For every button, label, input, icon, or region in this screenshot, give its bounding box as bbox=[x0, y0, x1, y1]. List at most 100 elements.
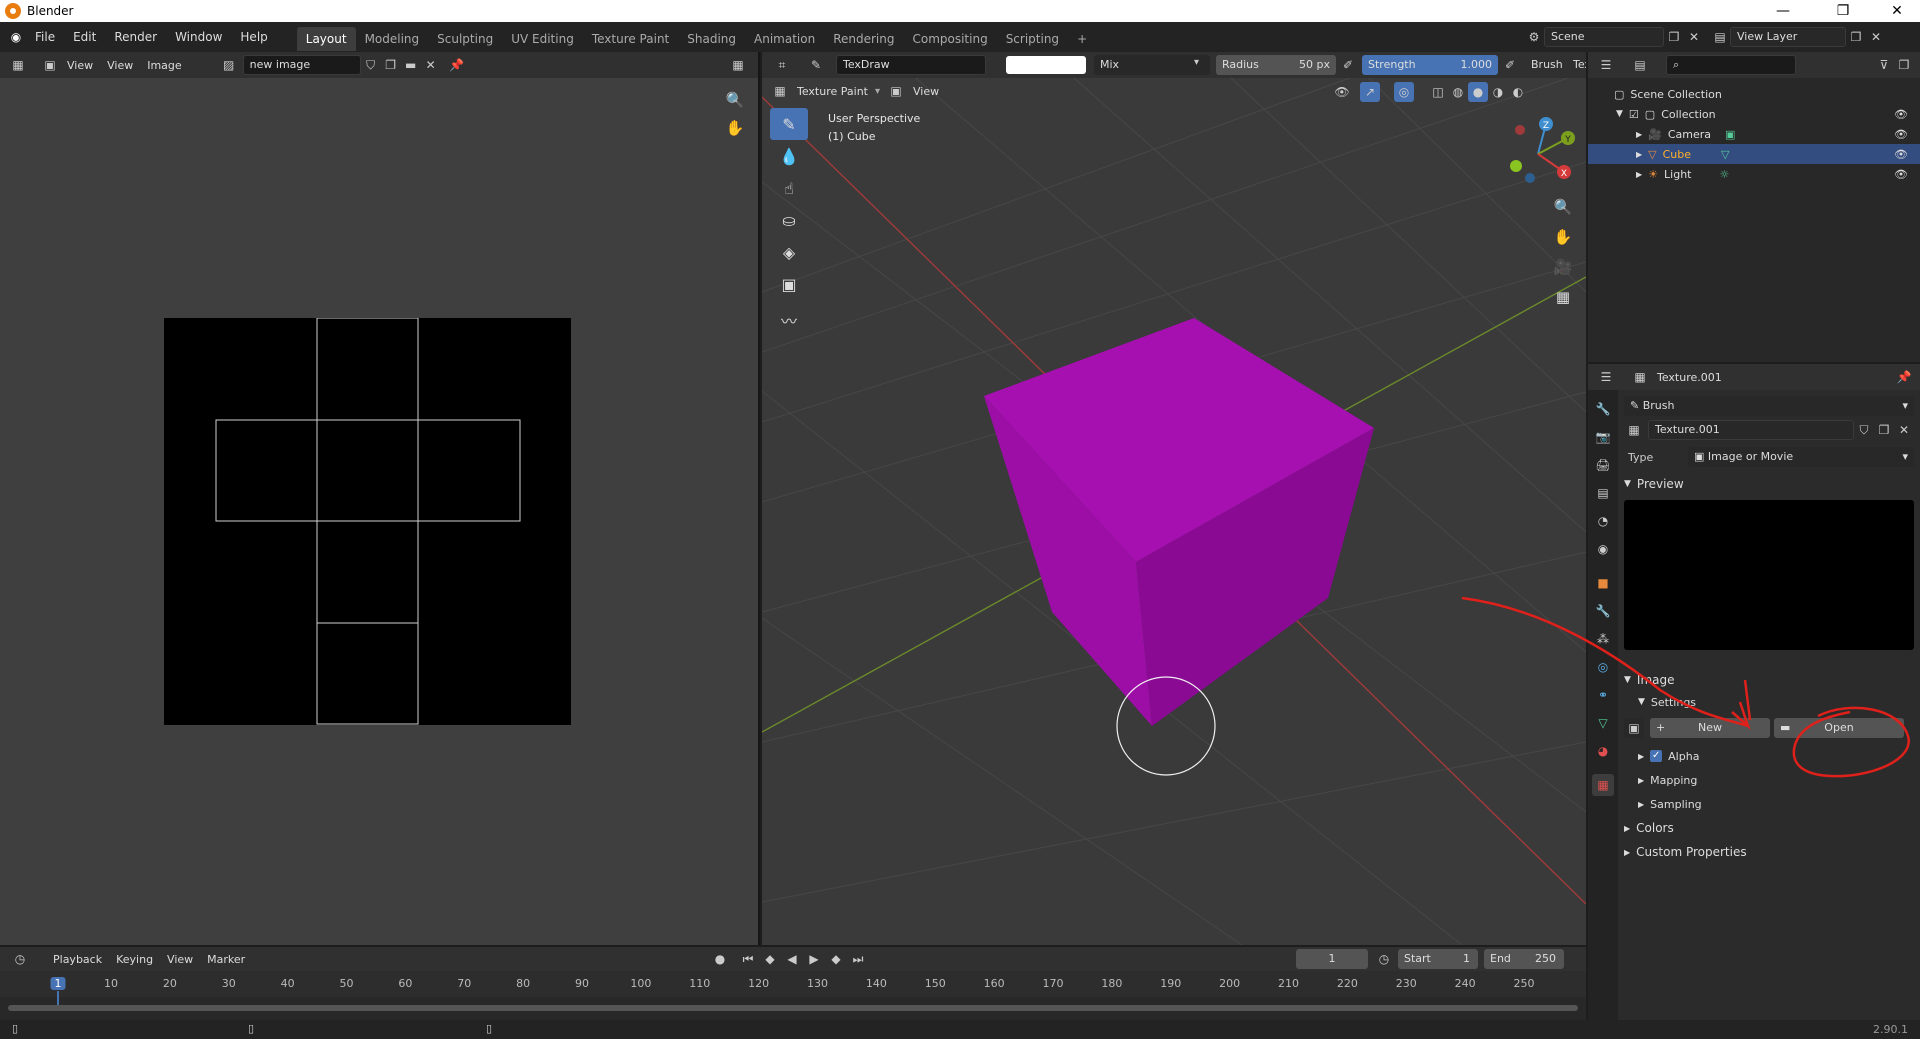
colors-section-header[interactable]: ▶ Colors bbox=[1624, 816, 1914, 840]
menu-view[interactable]: View bbox=[100, 59, 140, 72]
fake-user-icon[interactable]: ⛉ bbox=[1854, 420, 1874, 440]
marker-menu[interactable]: Marker bbox=[200, 953, 252, 966]
menu-window[interactable]: Window bbox=[166, 22, 231, 52]
outliner-search-input[interactable]: ⌕ bbox=[1666, 55, 1796, 75]
close-window-button[interactable]: ✕ bbox=[1874, 0, 1920, 22]
alpha-checkbox[interactable]: ✓ bbox=[1650, 750, 1663, 762]
cube-object[interactable] bbox=[762, 52, 1586, 945]
scene-icon[interactable]: ⚙ bbox=[1524, 27, 1544, 47]
texture-browse-icon[interactable]: ▦ bbox=[1624, 420, 1644, 440]
pin-icon[interactable]: 📌 bbox=[1894, 367, 1914, 387]
new-scene-icon[interactable]: ❐ bbox=[1664, 27, 1684, 47]
editor-type-icon[interactable]: ▦ bbox=[8, 55, 28, 75]
visibility-eye-icon[interactable]: 👁 bbox=[1894, 168, 1908, 181]
mesh-data-icon[interactable]: ▽ bbox=[1721, 148, 1729, 161]
image-browse-icon[interactable]: ▣ bbox=[1624, 718, 1644, 738]
tab-modeling[interactable]: Modeling bbox=[356, 27, 429, 51]
tab-sculpting[interactable]: Sculpting bbox=[428, 27, 502, 51]
new-view-layer-icon[interactable]: ❐ bbox=[1846, 27, 1866, 47]
blender-menu-icon[interactable]: ◉ bbox=[6, 27, 26, 47]
material-tab-icon[interactable]: ◕ bbox=[1592, 740, 1614, 762]
pan-hand-icon[interactable]: ✋ bbox=[722, 115, 748, 141]
zoom-icon[interactable]: 🔍 bbox=[722, 87, 748, 113]
texture-context-select[interactable]: ✎ Brush ▾ bbox=[1624, 396, 1914, 416]
tab-rendering[interactable]: Rendering bbox=[824, 27, 903, 51]
next-keyframe-icon[interactable]: ◆ bbox=[826, 949, 846, 969]
playback-menu[interactable]: Playback bbox=[46, 953, 109, 966]
tool-tab-icon[interactable]: 🔧 bbox=[1592, 398, 1614, 420]
visibility-eye-icon[interactable]: 👁 bbox=[1894, 128, 1908, 141]
timeline-editor[interactable]: ◷ Playback Keying View Marker ● ⏮ ◆ ◀ ▶ … bbox=[0, 947, 1586, 1020]
record-icon[interactable]: ● bbox=[710, 949, 730, 969]
texture-name-field[interactable]: Texture.001 bbox=[1648, 420, 1854, 440]
sampling-subsection[interactable]: ▶ Sampling bbox=[1624, 792, 1914, 816]
scene-tab-icon[interactable]: ◔ bbox=[1592, 510, 1614, 532]
jump-start-icon[interactable]: ⏮ bbox=[738, 949, 758, 969]
editor-type-icon[interactable]: ☰ bbox=[1596, 367, 1616, 387]
menu-help[interactable]: Help bbox=[231, 22, 276, 52]
display-mode-icon[interactable]: ▤ bbox=[1630, 55, 1650, 75]
timeline-view-menu[interactable]: View bbox=[160, 953, 200, 966]
data-tab-icon[interactable]: ▽ bbox=[1592, 712, 1614, 734]
end-frame-field[interactable]: End 250 bbox=[1484, 949, 1564, 969]
prev-keyframe-icon[interactable]: ◆ bbox=[760, 949, 780, 969]
modifier-tab-icon[interactable]: 🔧 bbox=[1592, 600, 1614, 622]
custom-properties-header[interactable]: ▶ Custom Properties bbox=[1624, 840, 1914, 864]
new-collection-icon[interactable]: ❐ bbox=[1894, 55, 1914, 75]
expand-icon[interactable]: ▶ bbox=[1636, 150, 1642, 159]
preview-section-header[interactable]: ▼ Preview bbox=[1624, 472, 1914, 496]
outliner-scene-collection[interactable]: ▢ Scene Collection bbox=[1588, 84, 1920, 104]
timeline-scrollbar[interactable] bbox=[8, 1005, 1578, 1011]
filter-icon[interactable]: ⊽ bbox=[1874, 55, 1894, 75]
outliner-item-cube[interactable]: ▶ ▽ Cube ▽ 👁 bbox=[1588, 144, 1920, 164]
texture-tab-icon[interactable]: ▦ bbox=[1592, 774, 1614, 796]
start-frame-field[interactable]: Start 1 bbox=[1398, 949, 1478, 969]
delete-view-layer-icon[interactable]: ✕ bbox=[1866, 27, 1886, 47]
add-workspace-button[interactable]: + bbox=[1068, 27, 1096, 51]
menu-file[interactable]: File bbox=[26, 22, 64, 52]
tab-scripting[interactable]: Scripting bbox=[997, 27, 1068, 51]
new-image-icon[interactable]: ❐ bbox=[381, 55, 401, 75]
settings-subsection[interactable]: ▼ Settings bbox=[1624, 692, 1914, 712]
expand-icon[interactable]: ▶ bbox=[1636, 130, 1642, 139]
outliner-item-camera[interactable]: ▶ 🎥 Camera ▣ 👁 bbox=[1588, 124, 1920, 144]
expand-icon[interactable]: ▶ bbox=[1636, 170, 1642, 179]
outliner-collection[interactable]: ▼ ☑ ▢ Collection 👁 bbox=[1588, 104, 1920, 124]
output-tab-icon[interactable]: 🖨 bbox=[1592, 454, 1614, 476]
maximize-button[interactable]: ❐ bbox=[1820, 0, 1866, 22]
jump-end-icon[interactable]: ⏭ bbox=[848, 949, 868, 969]
menu-image[interactable]: Image bbox=[140, 59, 188, 72]
play-reverse-icon[interactable]: ◀ bbox=[782, 949, 802, 969]
world-tab-icon[interactable]: ◉ bbox=[1592, 538, 1614, 560]
constraints-tab-icon[interactable]: ⚭ bbox=[1592, 684, 1614, 706]
uv-image-canvas[interactable] bbox=[164, 318, 571, 725]
light-data-icon[interactable]: ☼ bbox=[1719, 168, 1729, 181]
new-image-button[interactable]: + New bbox=[1650, 718, 1770, 738]
menu-render[interactable]: Render bbox=[105, 22, 166, 52]
checkbox-icon[interactable]: ☑ bbox=[1629, 108, 1639, 121]
tab-layout[interactable]: Layout bbox=[296, 26, 356, 51]
tab-uv-editing[interactable]: UV Editing bbox=[502, 27, 583, 51]
minimize-button[interactable]: — bbox=[1760, 0, 1806, 22]
visibility-eye-icon[interactable]: 👁 bbox=[1894, 148, 1908, 161]
object-tab-icon[interactable]: ■ bbox=[1592, 572, 1614, 594]
keying-menu[interactable]: Keying bbox=[109, 953, 160, 966]
unlink-texture-icon[interactable]: ✕ bbox=[1894, 420, 1914, 440]
tab-shading[interactable]: Shading bbox=[678, 27, 745, 51]
clock-icon[interactable]: ◷ bbox=[1374, 949, 1394, 969]
delete-scene-icon[interactable]: ✕ bbox=[1684, 27, 1704, 47]
properties-panel[interactable]: ☰ ▦ Texture.001 📌 🔧 📷 🖨 ▤ ◔ ◉ ■ 🔧 ⁂ ◎ ⚭ … bbox=[1588, 364, 1920, 1020]
image-name-field[interactable]: new image bbox=[242, 55, 361, 75]
editor-type-icon[interactable]: ☰ bbox=[1596, 55, 1616, 75]
scene-field[interactable]: Scene bbox=[1544, 27, 1664, 47]
alpha-subsection[interactable]: ▶ ✓ Alpha bbox=[1624, 744, 1914, 768]
view-layer-icon[interactable]: ▤ bbox=[1710, 27, 1730, 47]
unlink-image-icon[interactable]: ✕ bbox=[421, 55, 441, 75]
image-mode-icon[interactable]: ▣ bbox=[40, 55, 60, 75]
mapping-subsection[interactable]: ▶ Mapping bbox=[1624, 768, 1914, 792]
tab-compositing[interactable]: Compositing bbox=[903, 27, 996, 51]
particles-tab-icon[interactable]: ⁂ bbox=[1592, 628, 1614, 650]
tab-animation[interactable]: Animation bbox=[745, 27, 824, 51]
menu-view-mode[interactable]: View bbox=[60, 59, 100, 72]
expand-icon[interactable]: ▼ bbox=[1616, 109, 1623, 119]
